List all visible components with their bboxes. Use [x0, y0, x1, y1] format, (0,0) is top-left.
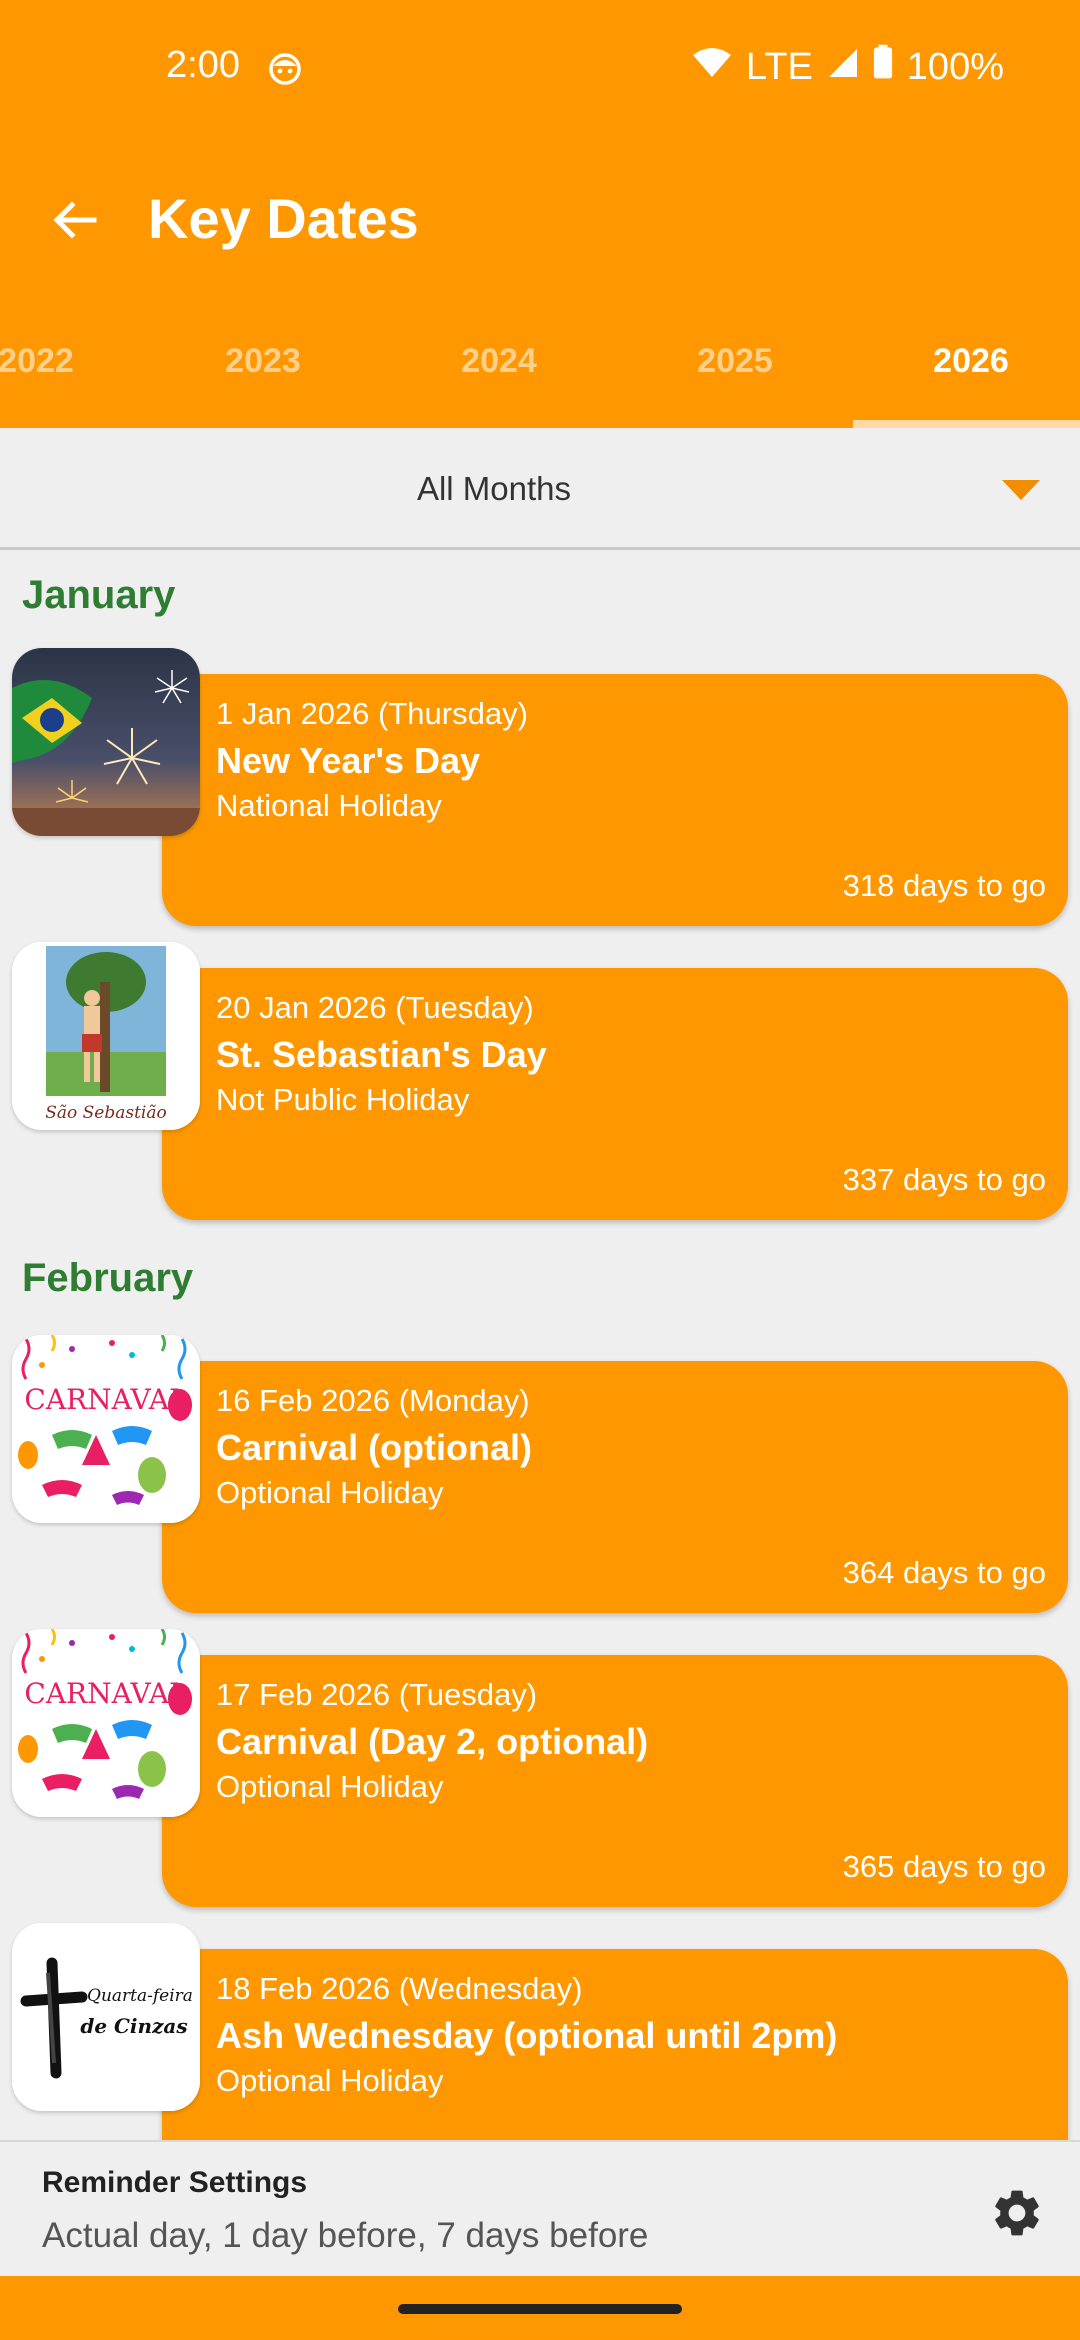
back-button[interactable]	[38, 184, 110, 256]
ash-wednesday-image: Quarta-feira de Cinzas	[12, 1923, 200, 2111]
event-countdown: 318 days to go	[842, 868, 1046, 903]
list-item[interactable]: 1 Jan 2026 (Thursday) New Year's Day Nat…	[0, 648, 1080, 938]
event-card[interactable]: 1 Jan 2026 (Thursday) New Year's Day Nat…	[162, 674, 1068, 926]
svg-text:CARNAVAL: CARNAVAL	[24, 1677, 187, 1710]
tab-2025[interactable]: 2025	[617, 342, 853, 381]
tab-2023[interactable]: 2023	[145, 342, 381, 381]
saint-sebastian-image: São Sebastião	[12, 942, 200, 1130]
event-type: Optional Holiday	[216, 2063, 444, 2098]
event-date: 1 Jan 2026 (Thursday)	[216, 696, 528, 731]
carnival-image: CARNAVAL	[12, 1629, 200, 1817]
list-item[interactable]: 20 Jan 2026 (Tuesday) St. Sebastian's Da…	[0, 942, 1080, 1232]
fireworks-flag-image	[12, 648, 200, 836]
notification-face-icon	[268, 52, 302, 86]
month-header-february: February	[22, 1256, 194, 1300]
month-filter-value: All Months	[416, 470, 572, 507]
tab-2026[interactable]: 2026	[853, 342, 1080, 381]
caret-down-icon	[1002, 480, 1040, 500]
event-date: 16 Feb 2026 (Monday)	[216, 1383, 530, 1418]
svg-text:de Cinzas: de Cinzas	[80, 2014, 187, 2038]
status-time: 2:00	[166, 44, 240, 86]
event-countdown: 337 days to go	[842, 1162, 1046, 1197]
battery-icon	[873, 44, 893, 90]
status-icons: LTE 100%	[692, 44, 1004, 90]
toolbar: Key Dates	[0, 160, 1080, 280]
event-type: National Holiday	[216, 788, 442, 823]
event-type: Not Public Holiday	[216, 1082, 470, 1117]
event-date: 20 Jan 2026 (Tuesday)	[216, 990, 534, 1025]
event-countdown: 365 days to go	[842, 1849, 1046, 1884]
page-title: Key Dates	[148, 187, 419, 250]
event-countdown: 364 days to go	[842, 1555, 1046, 1590]
system-nav-bar	[0, 2276, 1080, 2340]
svg-text:CARNAVAL: CARNAVAL	[24, 1383, 187, 1416]
month-filter-dropdown[interactable]: All Months	[0, 428, 1080, 550]
settings-button[interactable]	[984, 2180, 1050, 2246]
event-name: Ash Wednesday (optional until 2pm)	[216, 2015, 838, 2056]
event-card[interactable]: 18 Feb 2026 (Wednesday) Ash Wednesday (o…	[162, 1949, 1068, 2140]
tab-2022[interactable]: 2022	[0, 342, 154, 381]
network-type: LTE	[745, 45, 813, 88]
reminder-settings[interactable]: Reminder Settings Actual day, 1 day befo…	[0, 2140, 1080, 2276]
event-date: 18 Feb 2026 (Wednesday)	[216, 1971, 583, 2006]
list-item[interactable]: 18 Feb 2026 (Wednesday) Ash Wednesday (o…	[0, 1923, 1080, 2140]
event-name: Carnival (Day 2, optional)	[216, 1721, 649, 1762]
event-type: Optional Holiday	[216, 1475, 444, 1510]
reminder-settings-title: Reminder Settings	[42, 2166, 308, 2199]
status-bar: 2:00 LTE 100%	[0, 0, 1080, 140]
carnival-image: CARNAVAL	[12, 1335, 200, 1523]
event-card[interactable]: 17 Feb 2026 (Tuesday) Carnival (Day 2, o…	[162, 1655, 1068, 1907]
home-gesture-handle[interactable]	[398, 2304, 682, 2314]
cell-signal-icon	[827, 46, 859, 89]
list-item[interactable]: 16 Feb 2026 (Monday) Carnival (optional)…	[0, 1335, 1080, 1625]
gear-icon	[995, 2190, 1039, 2236]
tab-indicator	[853, 420, 1080, 428]
app-bar: 2:00 LTE 100% Key Dates 2022 2023 2024 2…	[0, 0, 1080, 428]
event-card[interactable]: 20 Jan 2026 (Tuesday) St. Sebastian's Da…	[162, 968, 1068, 1220]
event-type: Optional Holiday	[216, 1769, 444, 1804]
svg-text:São Sebastião: São Sebastião	[45, 1103, 167, 1123]
svg-text:Quarta-feira: Quarta-feira	[87, 1986, 193, 2006]
arrow-left-icon	[53, 201, 97, 239]
tab-2024[interactable]: 2024	[381, 342, 617, 381]
wifi-icon	[692, 46, 732, 89]
event-date: 17 Feb 2026 (Tuesday)	[216, 1677, 538, 1712]
event-name: New Year's Day	[216, 740, 481, 781]
event-card[interactable]: 16 Feb 2026 (Monday) Carnival (optional)…	[162, 1361, 1068, 1613]
month-header-january: January	[22, 573, 176, 617]
list-item[interactable]: 17 Feb 2026 (Tuesday) Carnival (Day 2, o…	[0, 1629, 1080, 1919]
event-name: Carnival (optional)	[216, 1427, 533, 1468]
battery-percent: 100%	[906, 45, 1004, 88]
year-tabs: 2022 2023 2024 2025 2026	[0, 330, 1080, 428]
key-dates-list[interactable]: January 1 Jan 2026 (Thursday) New Year's…	[0, 553, 1080, 2140]
reminder-settings-value: Actual day, 1 day before, 7 days before	[42, 2216, 649, 2255]
event-name: St. Sebastian's Day	[216, 1034, 547, 1075]
